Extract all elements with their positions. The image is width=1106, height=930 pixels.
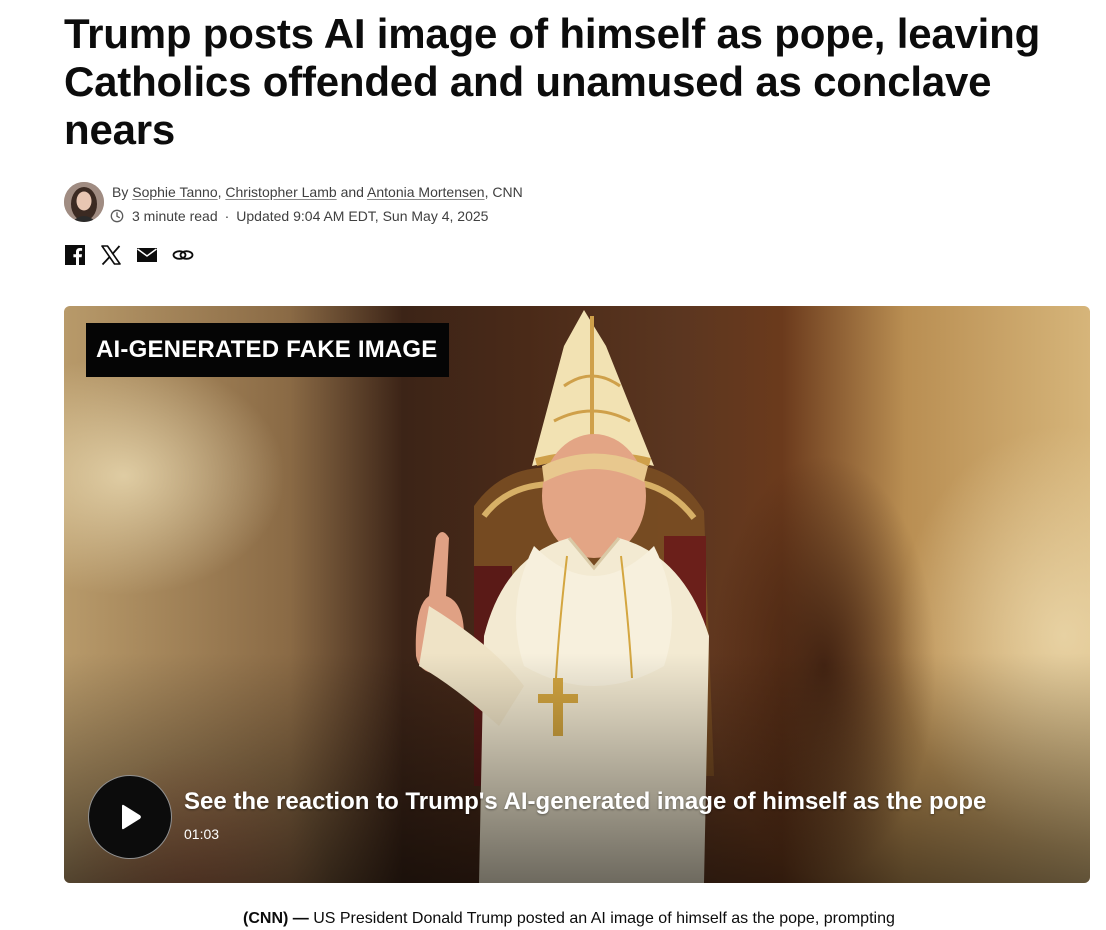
byline-outlet: , CNN bbox=[484, 184, 523, 200]
article-headline: Trump posts AI image of himself as pope,… bbox=[64, 10, 1041, 153]
byline-comma: , bbox=[217, 184, 222, 200]
article-source: (CNN) — bbox=[243, 910, 309, 927]
read-time: 3 minute read bbox=[132, 208, 218, 224]
video-player[interactable]: AI-GENERATED FAKE IMAGE See the reaction… bbox=[64, 306, 1090, 883]
video-title[interactable]: See the reaction to Trump's AI-generated… bbox=[184, 787, 986, 817]
email-icon[interactable] bbox=[136, 244, 158, 266]
article-meta: 3 minute read · Updated 9:04 AM EDT, Sun… bbox=[110, 207, 488, 225]
ai-generated-label: AI-GENERATED FAKE IMAGE bbox=[86, 323, 449, 377]
video-duration: 01:03 bbox=[184, 826, 220, 842]
clock-icon bbox=[110, 209, 124, 223]
byline-prefix: By bbox=[112, 184, 129, 200]
article-first-paragraph: (CNN) — US President Donald Trump posted… bbox=[243, 908, 1043, 930]
author-link-sophie-tanno[interactable]: Sophie Tanno bbox=[132, 184, 217, 200]
author-link-antonia-mortensen[interactable]: Antonia Mortensen bbox=[367, 184, 485, 200]
facebook-icon[interactable] bbox=[64, 244, 86, 266]
link-icon[interactable] bbox=[172, 244, 194, 266]
meta-separator: · bbox=[224, 208, 230, 224]
play-icon bbox=[122, 804, 141, 830]
x-icon[interactable] bbox=[100, 244, 122, 266]
author-avatar[interactable] bbox=[64, 182, 104, 222]
play-button[interactable] bbox=[88, 775, 172, 859]
byline-and: and bbox=[340, 184, 364, 200]
share-bar bbox=[64, 244, 194, 266]
byline: By Sophie Tanno, Christopher Lamb and An… bbox=[112, 183, 523, 201]
updated-timestamp: Updated 9:04 AM EDT, Sun May 4, 2025 bbox=[236, 208, 489, 224]
video-gradient-overlay bbox=[64, 653, 1090, 883]
article-first-line: US President Donald Trump posted an AI i… bbox=[308, 910, 895, 927]
author-link-christopher-lamb[interactable]: Christopher Lamb bbox=[225, 184, 336, 200]
